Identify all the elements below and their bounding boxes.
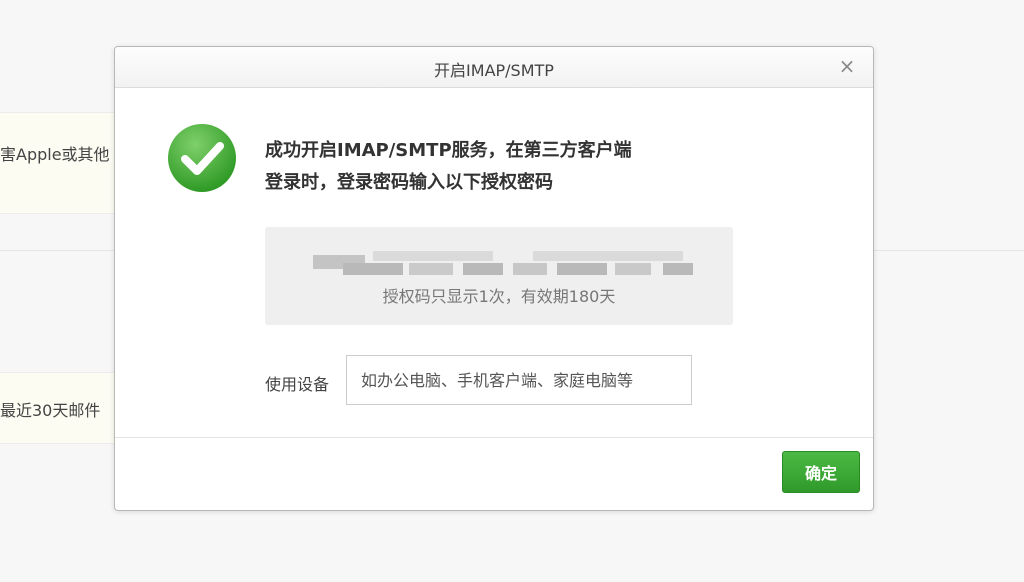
success-message-line-2: 登录时，登录密码输入以下授权密码	[265, 172, 553, 193]
dialog-title: 开启IMAP/SMTP	[434, 61, 554, 80]
imap-smtp-dialog: 开启IMAP/SMTP × 成功开启IMAP/SMTP服务，在第三方客户端 登录…	[114, 46, 874, 511]
auth-code-blurred	[313, 243, 703, 279]
device-label: 使用设备	[265, 375, 330, 394]
confirm-button[interactable]: 确定	[782, 451, 860, 493]
background-text: 害Apple或其他	[0, 145, 110, 164]
dialog-header: 开启IMAP/SMTP ×	[115, 47, 873, 88]
background-text: 最近30天邮件	[0, 401, 101, 420]
auth-code-note: 授权码只显示1次，有效期180天	[382, 287, 616, 306]
success-message: 成功开启IMAP/SMTP服务，在第三方客户端 登录时，登录密码输入以下授权密码	[265, 135, 745, 199]
background-row: 最近30天邮件	[0, 372, 130, 444]
device-input[interactable]	[346, 355, 692, 405]
close-icon[interactable]: ×	[837, 55, 857, 77]
background-row: 害Apple或其他	[0, 112, 130, 214]
dialog-footer-divider	[115, 437, 873, 438]
success-message-line-1: 成功开启IMAP/SMTP服务，在第三方客户端	[265, 140, 632, 161]
success-check-icon	[167, 123, 237, 193]
auth-code-box: 授权码只显示1次，有效期180天	[265, 227, 733, 325]
